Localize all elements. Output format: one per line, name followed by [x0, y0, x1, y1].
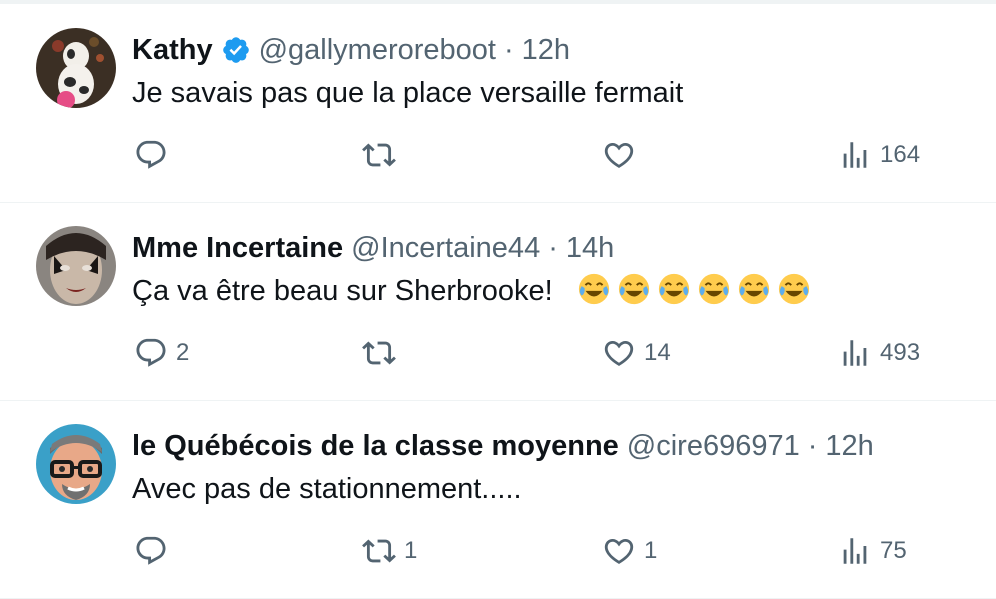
tweet-text: Ça va être beau sur Sherbrooke! [132, 272, 817, 310]
user-handle[interactable]: @cire696971 [627, 430, 800, 463]
reply-button[interactable] [134, 534, 176, 568]
reply-icon [136, 338, 166, 367]
views-button[interactable]: 75 [838, 534, 907, 568]
like-icon [604, 340, 634, 366]
tears-of-joy-emoji-icon [778, 273, 809, 305]
reply-button[interactable] [134, 138, 176, 172]
tweet-text: Je savais pas que la place versaille fer… [132, 74, 683, 112]
tweet-2[interactable]: Mme Incertaine @Incertaine44 · 14h Ça va… [0, 202, 996, 401]
views-button[interactable]: 164 [838, 138, 920, 172]
tweet-text-content: Avec pas de stationnement..... [132, 473, 522, 505]
avatar-mme-incertaine[interactable] [36, 226, 116, 306]
display-name[interactable]: Kathy [132, 34, 213, 67]
retweet-button[interactable] [362, 336, 404, 370]
views-count: 164 [880, 141, 921, 168]
views-icon [843, 538, 867, 564]
tweet-actions: 164 [0, 138, 996, 174]
dot-separator: · [503, 33, 514, 66]
tweet-header: le Québécois de la classe moyenne @cire6… [132, 428, 874, 464]
user-handle[interactable]: @Incertaine44 [351, 232, 540, 265]
tweet-3[interactable]: le Québécois de la classe moyenne @cire6… [0, 400, 996, 599]
views-count: 493 [880, 339, 921, 366]
reply-count: 2 [176, 339, 190, 366]
retweet-button[interactable]: 1 [362, 534, 417, 568]
views-icon [843, 142, 867, 168]
timestamp[interactable]: 12h [522, 34, 570, 67]
avatar-kathy[interactable] [36, 28, 116, 108]
timestamp[interactable]: 12h [825, 430, 873, 463]
tears-of-joy-emoji-icon [618, 273, 649, 305]
reply-icon [136, 536, 166, 565]
tears-of-joy-emoji-icon [698, 273, 729, 305]
retweet-count: 1 [404, 537, 418, 564]
user-handle[interactable]: @gallymeroreboot [259, 34, 496, 67]
like-button[interactable] [602, 138, 644, 172]
like-icon [604, 142, 634, 168]
tears-of-joy-emoji-icon [578, 273, 609, 305]
views-icon [843, 340, 867, 366]
tweet-actions: 1 1 75 [0, 534, 996, 570]
tweet-1[interactable]: Kathy @gallymeroreboot · 12h Je savais p… [0, 4, 996, 203]
views-button[interactable]: 493 [838, 336, 920, 370]
display-name[interactable]: le Québécois de la classe moyenne [132, 430, 619, 463]
tears-of-joy-emoji-icon [658, 273, 689, 305]
like-icon [604, 538, 634, 564]
tweet-actions: 2 14 493 [0, 336, 996, 372]
tweet-text-content: Ça va être beau sur Sherbrooke! [132, 275, 553, 307]
timestamp[interactable]: 14h [566, 232, 614, 265]
avatar-quebecois[interactable] [36, 424, 116, 504]
dot-separator: · [548, 231, 558, 264]
like-button[interactable]: 1 [602, 534, 657, 568]
dot-separator: · [807, 429, 818, 462]
reply-icon [136, 140, 166, 169]
like-count: 14 [644, 339, 671, 366]
tweet-header: Kathy @gallymeroreboot · 12h [132, 32, 570, 68]
emoji-row [577, 273, 817, 307]
like-count: 1 [644, 537, 658, 564]
display-name[interactable]: Mme Incertaine [132, 232, 343, 265]
tears-of-joy-emoji-icon [738, 273, 769, 305]
tweet-feed: Kathy @gallymeroreboot · 12h Je savais p… [0, 0, 996, 599]
tweet-text-content: Je savais pas que la place versaille fer… [132, 77, 684, 109]
tweet-header: Mme Incertaine @Incertaine44 · 14h [132, 230, 614, 266]
retweet-icon [362, 539, 396, 563]
views-count: 75 [880, 537, 907, 564]
retweet-icon [362, 143, 396, 167]
like-button[interactable]: 14 [602, 336, 671, 370]
verified-badge-icon [221, 35, 251, 65]
tweet-text: Avec pas de stationnement..... [132, 470, 522, 508]
retweet-button[interactable] [362, 138, 404, 172]
retweet-icon [362, 341, 396, 365]
reply-button[interactable]: 2 [134, 336, 189, 370]
